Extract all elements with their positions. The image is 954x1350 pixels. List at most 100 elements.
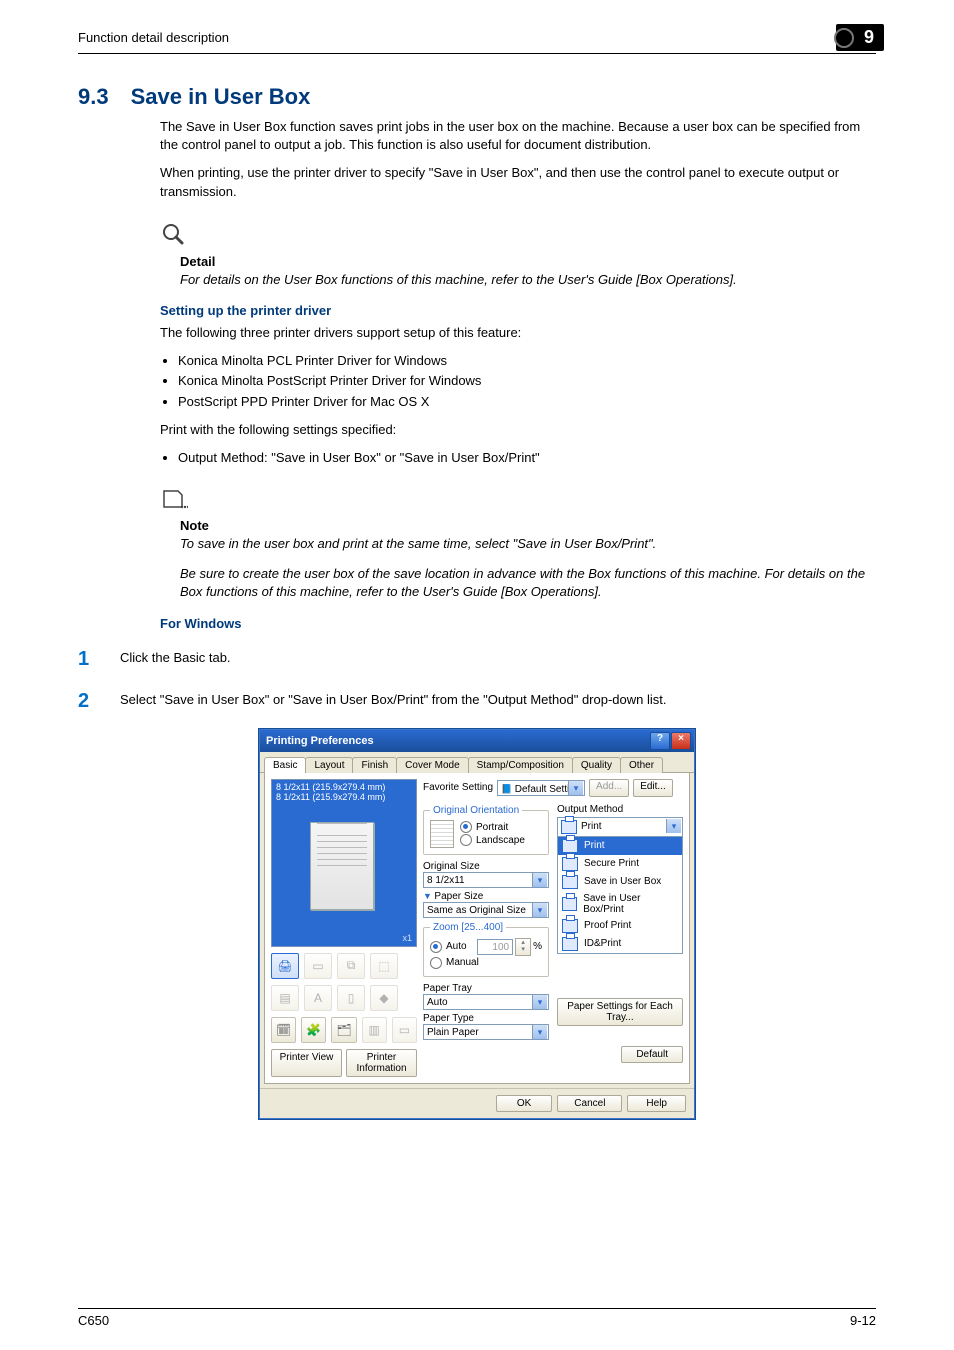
ok-button[interactable]: OK [496,1095,552,1112]
preview-tool-icon[interactable]: ⬚ [370,953,398,979]
tab-layout[interactable]: Layout [305,757,353,773]
footer-page-number: 9-12 [850,1313,876,1328]
zoom-manual-radio[interactable] [430,957,442,969]
output-method-bullet: Output Method: "Save in User Box" or "Sa… [178,449,876,467]
preview-toolbar-row1: 🖨 ▭ ⧉ ⬚ [271,953,417,979]
favorite-setting-select[interactable]: 📘 Default Setting [497,780,585,796]
favorite-setting-label: Favorite Setting [423,782,493,793]
preview-tool-icon[interactable]: 🗓 [271,1017,296,1043]
cancel-button[interactable]: Cancel [557,1095,622,1112]
original-size-value: 8 1/2x11 [427,875,465,886]
preview-zoom-indicator: x1 [402,934,412,944]
tab-stamp-composition[interactable]: Stamp/Composition [468,757,573,773]
tab-basic[interactable]: Basic [264,757,306,773]
printer-icon [562,897,577,911]
preview-toolbar-row2: ▤ A ▯ ◆ [271,985,417,1011]
output-method-option-print[interactable]: Print [558,837,682,855]
preview-tool-icon[interactable]: ⧉ [337,953,365,979]
printer-icon [562,857,578,871]
output-method-option-id-print[interactable]: ID&Print [558,935,682,953]
favorite-setting-value: Default Setting [515,784,581,795]
favorite-edit-button[interactable]: Edit... [633,779,673,797]
paper-tray-select[interactable]: Auto [423,994,549,1010]
original-orientation-group: Original Orientation Portrait [423,805,549,855]
chapter-number-badge: 9 [836,24,884,51]
preview-toolbar-row3: 🗓 🧩 🗂 ▥ ▭ [271,1017,417,1043]
output-method-list: Output Method: "Save in User Box" or "Sa… [160,449,876,467]
for-windows-heading: For Windows [160,616,876,631]
zoom-manual-radio-row[interactable]: Manual [430,957,542,969]
step-2: 2 Select "Save in User Box" or "Save in … [78,687,876,715]
preview-tool-icon[interactable]: ◆ [370,985,398,1011]
driver-item: Konica Minolta PCL Printer Driver for Wi… [178,352,876,370]
step-text: Select "Save in User Box" or "Save in Us… [120,687,666,715]
orientation-page-icon [430,820,454,848]
portrait-radio[interactable] [460,821,472,833]
detail-label: Detail [180,254,876,269]
paper-size-select[interactable]: Same as Original Size [423,902,549,918]
zoom-auto-radio-row[interactable]: Auto 100 ▴▾ % [430,938,542,956]
preview-tool-icon[interactable]: ▭ [304,953,332,979]
preview-size-2: 8 1/2x11 (215.9x279.4 mm) [276,793,412,803]
original-size-select[interactable]: 8 1/2x11 [423,872,549,888]
preview-tool-icon[interactable]: 🧩 [301,1017,326,1043]
original-orientation-legend: Original Orientation [430,805,522,816]
tab-quality[interactable]: Quality [572,757,621,773]
printer-icon [561,820,577,834]
printer-view-button[interactable]: Printer View [271,1049,342,1077]
output-method-option-save-in-user-box[interactable]: Save in User Box [558,873,682,891]
preview-tool-icon[interactable]: ▥ [362,1017,387,1043]
zoom-group: Zoom [25...400] Auto 100 ▴▾ % [423,922,549,977]
print-with-intro: Print with the following settings specif… [160,421,876,439]
paper-tray-label: Paper Tray [423,983,549,994]
dialog-tabstrip: Basic Layout Finish Cover Mode Stamp/Com… [260,752,694,773]
favorite-add-button[interactable]: Add... [589,779,629,797]
output-method-select[interactable]: Print [557,817,683,837]
original-size-label: Original Size [423,861,549,872]
help-button[interactable]: ? [650,732,670,750]
paper-type-select[interactable]: Plain Paper [423,1024,549,1040]
preview-tool-icon[interactable]: ▯ [337,985,365,1011]
close-button[interactable]: × [671,732,691,750]
landscape-radio[interactable] [460,834,472,846]
output-method-option-secure-print[interactable]: Secure Print [558,855,682,873]
step-1: 1 Click the Basic tab. [78,645,876,673]
footer-model: C650 [78,1313,109,1328]
preview-tool-icon[interactable]: 🗂 [331,1017,356,1043]
paper-size-label: ▼ Paper Size [423,891,549,902]
page-preview: 8 1/2x11 (215.9x279.4 mm) 8 1/2x11 (215.… [271,779,417,947]
preview-tool-icon[interactable]: A [304,985,332,1011]
setting-up-driver-heading: Setting up the printer driver [160,303,876,318]
preview-tool-icon[interactable]: ▭ [392,1017,417,1043]
zoom-auto-radio[interactable] [430,941,442,953]
section-number: 9.3 [78,84,109,110]
paper-type-label: Paper Type [423,1013,549,1024]
preview-tool-icon[interactable]: ▤ [271,985,299,1011]
output-method-label: Output Method [557,804,683,815]
note-text-2: Be sure to create the user box of the sa… [180,565,876,601]
tab-other[interactable]: Other [620,757,663,773]
printer-icon [562,839,578,853]
drivers-intro: The following three printer drivers supp… [160,324,876,342]
printer-icon [562,919,578,933]
tab-finish[interactable]: Finish [352,757,397,773]
paper-settings-button[interactable]: Paper Settings for Each Tray... [557,998,683,1026]
note-icon [160,487,188,518]
default-button[interactable]: Default [621,1046,683,1063]
printer-information-button[interactable]: Printer Information [346,1049,417,1077]
zoom-value-input[interactable]: 100 [477,939,513,955]
output-method-option-proof-print[interactable]: Proof Print [558,917,682,935]
zoom-percent-label: % [533,941,542,952]
dialog-title: Printing Preferences [266,735,374,747]
portrait-radio-row[interactable]: Portrait [460,821,525,833]
landscape-radio-row[interactable]: Landscape [460,834,525,846]
output-method-selected-value: Print [581,821,602,832]
help-button[interactable]: Help [627,1095,686,1112]
output-method-option-save-in-user-box-print[interactable]: Save in User Box/Print [558,891,682,917]
intro-paragraph-2: When printing, use the printer driver to… [160,164,876,200]
zoom-manual-label: Manual [446,957,479,968]
tab-cover-mode[interactable]: Cover Mode [396,757,468,773]
zoom-stepper[interactable]: ▴▾ [515,938,531,956]
preview-tool-output-icon[interactable]: 🖨 [271,953,299,979]
dialog-titlebar[interactable]: Printing Preferences ? × [260,730,694,752]
